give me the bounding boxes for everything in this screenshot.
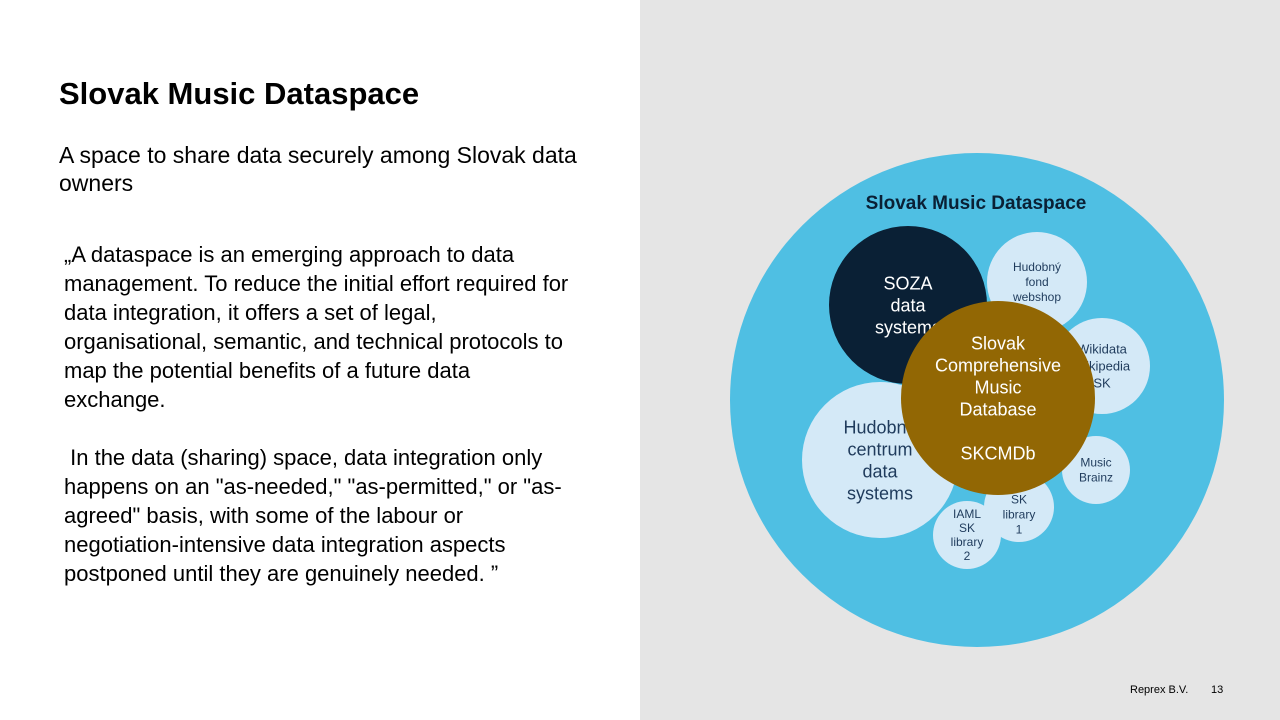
iaml1-label: SK — [1011, 493, 1027, 507]
iaml1-label: 1 — [1016, 523, 1023, 537]
dataspace-diagram: Slovak Music Dataspace Hudobnýfondwebshop… — [730, 153, 1224, 647]
skcmdb-label: Comprehensive — [935, 355, 1061, 375]
iaml2-label: SK — [959, 521, 975, 535]
hudobne-centrum-label: systems — [847, 483, 913, 503]
hudobny-fond-label: webshop — [1012, 290, 1061, 304]
iaml2-label: IAML — [953, 507, 981, 521]
skcmdb-label: SKCMDb — [960, 443, 1035, 463]
hudobne-centrum-label: data — [862, 461, 898, 481]
iaml2-label: library — [951, 535, 984, 549]
iaml1-label: library — [1003, 508, 1036, 522]
wikidata-label: Wikidata — [1077, 342, 1128, 357]
hudobny-fond-label: fond — [1025, 275, 1048, 289]
wikidata-label: SK — [1093, 376, 1111, 391]
skcmdb-label: Slovak — [971, 333, 1026, 353]
skcmdb-label: Music — [974, 377, 1021, 397]
skcmdb-circle — [901, 301, 1095, 495]
music-brainz-label: Music — [1080, 456, 1111, 470]
skcmdb-label: Database — [959, 399, 1036, 419]
iaml2-label: 2 — [964, 549, 971, 563]
music-brainz-label: Brainz — [1079, 471, 1113, 485]
outer-label: Slovak Music Dataspace — [866, 193, 1087, 214]
hudobne-centrum-label: centrum — [847, 439, 912, 459]
page-number: 13 — [1211, 684, 1224, 696]
hudobny-fond-label: Hudobný — [1013, 260, 1061, 274]
footer-company: Reprex B.V. — [1130, 684, 1189, 696]
soza-label: data — [890, 295, 926, 315]
soza-label: SOZA — [883, 273, 932, 293]
